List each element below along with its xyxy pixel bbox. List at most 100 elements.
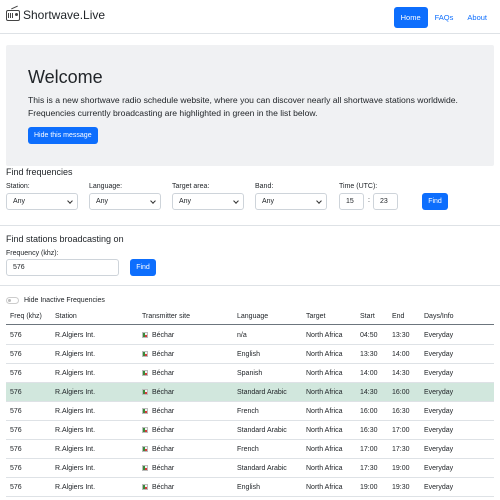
nav-faqs[interactable]: FAQs (428, 7, 461, 28)
site-name: Béchar (152, 465, 175, 472)
station-select[interactable]: Any (6, 193, 78, 210)
cell-language: Standard Arabic (237, 427, 287, 434)
time-separator: : (368, 197, 370, 204)
cell-freq: 576 (10, 332, 22, 339)
nav-about[interactable]: About (460, 7, 494, 28)
cell-freq: 576 (10, 408, 22, 415)
table-row[interactable]: 576 R.Algiers Int. Béchar English North Afri… (6, 478, 494, 497)
site-name: Béchar (152, 408, 175, 415)
header-end: End (392, 313, 405, 320)
band-select-value: Any (262, 198, 275, 205)
cell-target: North Africa (306, 427, 343, 434)
table-row[interactable]: 576 R.Algiers Int. Béchar Spanish North Afri… (6, 364, 494, 383)
site-name: Béchar (152, 484, 175, 491)
band-select[interactable]: Any (255, 193, 327, 210)
time-hour-input[interactable]: 15 (339, 193, 364, 210)
cell-language: Standard Arabic (237, 465, 287, 472)
cell-site: Béchar (142, 421, 174, 440)
cell-language: English (237, 484, 260, 491)
algeria-flag-icon (142, 408, 148, 414)
cell-target: North Africa (306, 446, 343, 453)
station-select-value: Any (13, 198, 26, 205)
chevron-down-icon (150, 198, 156, 204)
cell-target: North Africa (306, 389, 343, 396)
cell-end: 13:30 (392, 332, 410, 339)
welcome-title: Welcome (28, 67, 103, 87)
cell-days: Everyday (424, 370, 454, 377)
cell-site: Béchar (142, 440, 174, 459)
brand-text[interactable]: Shortwave.Live (23, 8, 105, 22)
language-select[interactable]: Any (89, 193, 161, 210)
cell-language: Standard Arabic (237, 389, 287, 396)
table-row[interactable]: 576 R.Algiers Int. Béchar Standard Arabic No… (6, 383, 494, 402)
find-stations-title: Find stations broadcasting on (6, 234, 124, 244)
nav-links: Home FAQs About (393, 7, 494, 28)
table-row[interactable]: 576 R.Algiers Int. Béchar Standard Arabic No… (6, 421, 494, 440)
cell-station: R.Algiers Int. (55, 484, 96, 491)
cell-language: English (237, 351, 260, 358)
algeria-flag-icon (142, 427, 148, 433)
navbar: Shortwave.Live Home FAQs About (0, 0, 500, 34)
cell-freq: 576 (10, 351, 22, 358)
brand[interactable]: Shortwave.Live (6, 5, 105, 22)
cell-days: Everyday (424, 465, 454, 472)
cell-days: Everyday (424, 408, 454, 415)
cell-days: Everyday (424, 389, 454, 396)
cell-station: R.Algiers Int. (55, 427, 96, 434)
hide-inactive-toggle[interactable] (6, 297, 19, 304)
cell-start: 17:00 (360, 446, 378, 453)
find-frequencies-button[interactable]: Find (422, 193, 448, 210)
site-name: Béchar (152, 370, 175, 377)
cell-language: French (237, 408, 259, 415)
table-row[interactable]: 576 R.Algiers Int. Béchar French North Afric… (6, 440, 494, 459)
divider (0, 285, 500, 286)
cell-start: 14:30 (360, 389, 378, 396)
cell-freq: 576 (10, 465, 22, 472)
cell-days: Everyday (424, 446, 454, 453)
site-name: Béchar (152, 332, 175, 339)
site-name: Béchar (152, 446, 175, 453)
chevron-down-icon (233, 198, 239, 204)
cell-start: 13:30 (360, 351, 378, 358)
hide-message-button[interactable]: Hide this message (28, 127, 98, 144)
find-stations-button[interactable]: Find (130, 259, 156, 276)
cell-end: 16:30 (392, 408, 410, 415)
cell-end: 14:00 (392, 351, 410, 358)
table-row[interactable]: 576 R.Algiers Int. Béchar n/a North Africa 04… (6, 326, 494, 345)
cell-end: 14:30 (392, 370, 410, 377)
site-name: Béchar (152, 427, 175, 434)
table-header-row: Freq (khz) Station Transmitter site Lang… (6, 308, 494, 325)
cell-site: Béchar (142, 402, 174, 421)
algeria-flag-icon (142, 351, 148, 357)
cell-freq: 576 (10, 446, 22, 453)
algeria-flag-icon (142, 465, 148, 471)
table-row[interactable]: 576 R.Algiers Int. Béchar English North Afri… (6, 345, 494, 364)
cell-freq: 576 (10, 484, 22, 491)
welcome-text: This is a new shortwave radio schedule w… (28, 95, 458, 118)
table-row[interactable]: 576 R.Algiers Int. Béchar Standard Arabic No… (6, 459, 494, 478)
cell-end: 17:00 (392, 427, 410, 434)
cell-end: 19:30 (392, 484, 410, 491)
cell-site: Béchar (142, 383, 174, 402)
cell-target: North Africa (306, 351, 343, 358)
cell-station: R.Algiers Int. (55, 465, 96, 472)
algeria-flag-icon (142, 370, 148, 376)
target-area-select[interactable]: Any (172, 193, 244, 210)
cell-freq: 576 (10, 370, 22, 377)
hide-inactive-label: Hide Inactive Frequencies (24, 297, 105, 304)
time-minute-input[interactable]: 23 (373, 193, 398, 210)
nav-home[interactable]: Home (393, 7, 428, 28)
header-days: Days/Info (424, 313, 454, 320)
header-target: Target (306, 313, 326, 320)
cell-site: Béchar (142, 326, 174, 345)
cell-site: Béchar (142, 459, 174, 478)
algeria-flag-icon (142, 446, 148, 452)
algeria-flag-icon (142, 389, 148, 395)
cell-target: North Africa (306, 370, 343, 377)
language-label: Language: (89, 183, 123, 190)
cell-end: 19:00 (392, 465, 410, 472)
header-start: Start (360, 313, 375, 320)
table-row[interactable]: 576 R.Algiers Int. Béchar French North Afric… (6, 402, 494, 421)
site-name: Béchar (152, 389, 175, 396)
frequency-input[interactable]: 576 (6, 259, 119, 276)
